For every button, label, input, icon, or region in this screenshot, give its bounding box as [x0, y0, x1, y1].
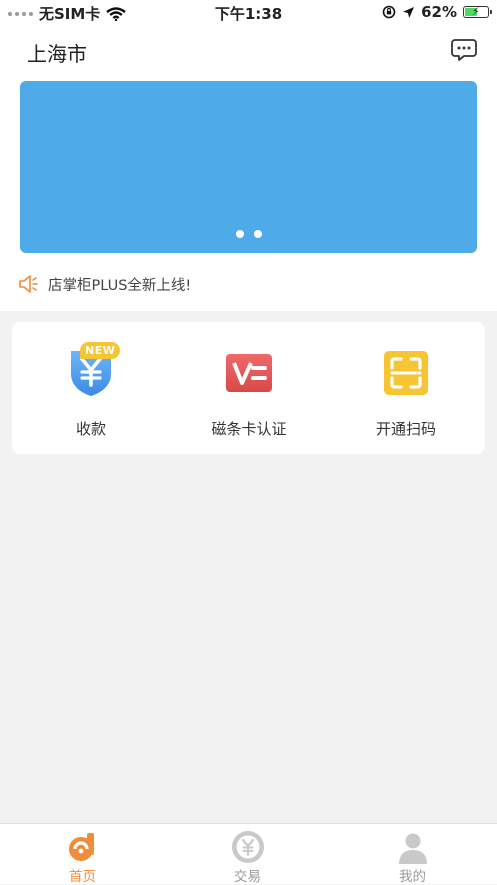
notice-bar[interactable]: 店掌柜PLUS全新上线! [18, 273, 191, 295]
status-bar: 无SIM卡 下午1:38 62% ⚡ [0, 0, 497, 26]
quick-action-label: 收款 [75, 420, 106, 438]
tab-home[interactable]: 首页 [0, 824, 165, 885]
new-badge: NEW [80, 342, 121, 359]
collect-payment-button[interactable]: NEW 收款 [12, 322, 170, 454]
carousel-dot[interactable] [253, 230, 262, 238]
tab-label: 交易 [234, 869, 261, 885]
quick-action-label: 开通扫码 [375, 420, 436, 438]
city-selector[interactable]: 上海市 [27, 38, 87, 67]
tab-label: 我的 [399, 869, 426, 885]
quick-action-label: 磁条卡认证 [211, 420, 287, 438]
yuan-coin-icon [231, 831, 264, 863]
home-logo-icon [68, 833, 94, 861]
card-verify-icon [226, 354, 272, 392]
tab-label: 首页 [69, 869, 96, 885]
carousel-indicator [20, 230, 477, 238]
person-icon [398, 833, 427, 864]
rotation-lock-icon [382, 5, 396, 19]
location-arrow-icon [403, 6, 415, 18]
battery-icon: ⚡ [463, 5, 492, 18]
tab-transactions[interactable]: 交易 [165, 824, 330, 885]
tab-mine[interactable]: 我的 [330, 824, 495, 885]
message-icon[interactable] [451, 38, 477, 62]
battery-percent: 62% [421, 3, 457, 21]
status-right: 62% ⚡ [382, 3, 492, 21]
banner-carousel[interactable] [20, 81, 477, 253]
scan-icon [384, 351, 428, 395]
tab-bar: 首页 交易 我的 [0, 823, 497, 885]
carousel-dot[interactable] [235, 230, 244, 238]
speaker-icon [19, 275, 38, 293]
quick-actions-card: NEW 收款 磁条卡认证 开通扫码 [12, 322, 485, 454]
notice-text: 店掌柜PLUS全新上线! [48, 277, 192, 294]
card-verify-button[interactable]: 磁条卡认证 [170, 322, 328, 454]
enable-scan-button[interactable]: 开通扫码 [327, 322, 485, 454]
